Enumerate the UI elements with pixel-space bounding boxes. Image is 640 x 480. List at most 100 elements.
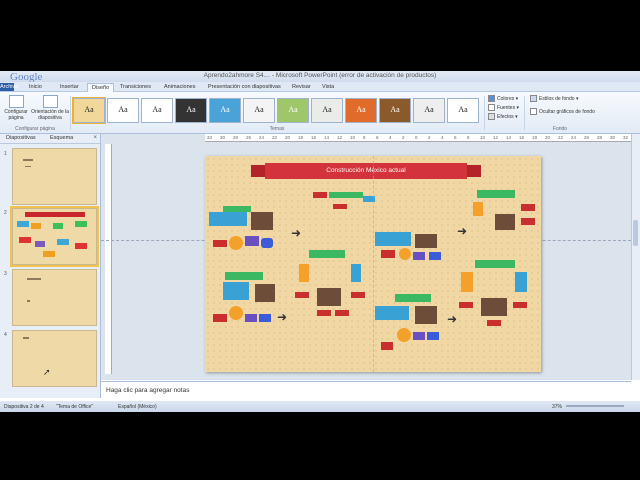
tab-insertar[interactable]: Insertar	[56, 83, 83, 91]
theme-thumb-5[interactable]: Aa	[209, 98, 241, 123]
diagram-node	[413, 252, 425, 260]
vertical-scrollbar[interactable]	[631, 134, 640, 380]
ruler-tick-label: 18	[532, 135, 538, 140]
slide-number: 4	[4, 332, 7, 338]
ruler-tick-label: 6	[376, 135, 379, 140]
theme-thumb-4[interactable]: Aa	[175, 98, 207, 123]
orientacion-button[interactable]: Orientación de la diapositiva	[31, 95, 69, 121]
tab-diapositivas[interactable]: Diapositivas	[6, 135, 36, 141]
diagram-node	[521, 218, 535, 225]
slide-thumbnail-3[interactable]	[12, 269, 97, 326]
ruler-tick-label: 26	[584, 135, 590, 140]
diagram-node	[513, 302, 527, 308]
tab-transiciones[interactable]: Transiciones	[116, 83, 155, 91]
diagram-node	[351, 292, 365, 298]
scroll-thumb[interactable]	[633, 220, 638, 246]
theme-thumb-6[interactable]: Aa	[243, 98, 275, 123]
group-label-temas: Temas	[269, 126, 285, 132]
diagram-node	[223, 282, 249, 300]
theme-thumb-office[interactable]: Aa	[72, 97, 106, 124]
zoom-slider[interactable]	[566, 405, 624, 407]
ruler-tick-label: 8	[467, 135, 470, 140]
slide-editor: 33 30 28 26 24 22 20 18 16 14 12 10 8 6 4 2 0 2 4 6 8 10 12 14 1…	[101, 134, 631, 380]
vertical-ruler	[105, 144, 112, 374]
diagram-node	[261, 238, 273, 248]
diagram-node	[295, 292, 309, 298]
ruler-tick-label: 20	[285, 135, 291, 140]
configurar-pagina-button[interactable]: Configurar página	[2, 95, 30, 121]
fuentes-dropdown[interactable]: Fuentes ▾	[488, 104, 519, 112]
slide-thumbnail-4[interactable]: ➚	[12, 330, 97, 387]
group-label-fondo: Fondo	[552, 126, 568, 132]
theme-thumb-8[interactable]: Aa	[311, 98, 343, 123]
slide-number: 3	[4, 271, 7, 277]
guide-vertical	[373, 156, 374, 372]
close-icon[interactable]: ×	[93, 135, 97, 141]
theme-thumb-2[interactable]: Aa	[107, 98, 139, 123]
ruler-tick-label: 4	[441, 135, 444, 140]
notes-pane[interactable]: Haga clic para agregar notas	[101, 381, 631, 399]
ruler-tick-label: 30	[610, 135, 616, 140]
efectos-dropdown[interactable]: Efectos ▾	[488, 113, 518, 121]
diagram-node	[413, 332, 425, 340]
ruler-tick-label: 24	[259, 135, 265, 140]
photo-placeholder	[251, 212, 273, 230]
diagram-node	[459, 302, 473, 308]
mouse-cursor-icon: ➚	[43, 367, 51, 377]
ruler-tick-label: 14	[324, 135, 330, 140]
language[interactable]: Español (México)	[118, 404, 157, 410]
tab-vista[interactable]: Vista	[318, 83, 338, 91]
diagram-node	[299, 264, 309, 282]
diagram-node	[225, 272, 263, 280]
colores-dropdown[interactable]: Colores ▾	[488, 95, 518, 103]
ribbon: Configurar página Orientación de la diap…	[0, 92, 640, 134]
slide-number: 1	[4, 151, 7, 157]
arrow-right-icon: ➜	[277, 310, 288, 324]
ruler-tick-label: 12	[337, 135, 343, 140]
estilos-fondo-dropdown[interactable]: Estilos de fondo ▾	[530, 95, 579, 103]
group-label-config: Configurar página	[15, 126, 55, 132]
photo-placeholder	[255, 284, 275, 302]
diagram-node	[333, 204, 347, 209]
diagram-node	[375, 232, 411, 246]
diagram-node	[213, 314, 227, 322]
ocultar-graficos-checkbox[interactable]: Ocultar gráficos de fondo	[530, 108, 595, 116]
diagram-node	[245, 314, 257, 322]
theme-thumb-3[interactable]: Aa	[141, 98, 173, 123]
ruler-tick-label: 32	[623, 135, 629, 140]
zoom-level[interactable]: 37%	[552, 404, 562, 410]
sun-shape	[229, 306, 243, 320]
theme-thumb-7[interactable]: Aa	[277, 98, 309, 123]
sun-shape	[229, 236, 243, 250]
tab-esquema[interactable]: Esquema	[50, 135, 73, 141]
tab-archivo[interactable]: Archivo	[0, 83, 18, 91]
theme-thumb-10[interactable]: Aa	[379, 98, 411, 123]
diagram-node	[429, 252, 441, 260]
diagram-node	[317, 310, 331, 316]
tab-animaciones[interactable]: Animaciones	[160, 83, 200, 91]
tab-inicio[interactable]: Inicio	[25, 83, 46, 91]
diagram-node	[309, 250, 345, 258]
bg-styles-icon	[530, 95, 537, 102]
ribbon-separator	[484, 96, 485, 130]
slide-thumbnail-1[interactable]	[12, 148, 97, 205]
notes-placeholder: Haga clic para agregar notas	[106, 387, 190, 394]
slide-number: 2	[4, 210, 7, 216]
theme-thumb-9[interactable]: Aa	[345, 98, 377, 123]
diagram-node	[461, 272, 473, 292]
diagram-node	[335, 310, 349, 316]
diagram-node	[475, 260, 515, 268]
slide-title: Construcción México actual	[326, 167, 406, 174]
tab-revisar[interactable]: Revisar	[288, 83, 315, 91]
ruler-tick-label: 0	[415, 135, 418, 140]
slide-thumbnail-2[interactable]	[10, 206, 99, 267]
diagram-node	[213, 240, 227, 247]
slides-panel: Diapositivas Esquema × 1 2 3 4 ➚	[0, 134, 101, 398]
diagram-node	[427, 332, 439, 340]
theme-thumb-11[interactable]: Aa	[413, 98, 445, 123]
tab-presentacion[interactable]: Presentación con diapositivas	[204, 83, 285, 91]
ruler-tick-label: 10	[480, 135, 486, 140]
ruler-tick-label: 16	[519, 135, 525, 140]
tab-diseno[interactable]: Diseño	[87, 83, 115, 92]
theme-thumb-12[interactable]: Aa	[447, 98, 479, 123]
